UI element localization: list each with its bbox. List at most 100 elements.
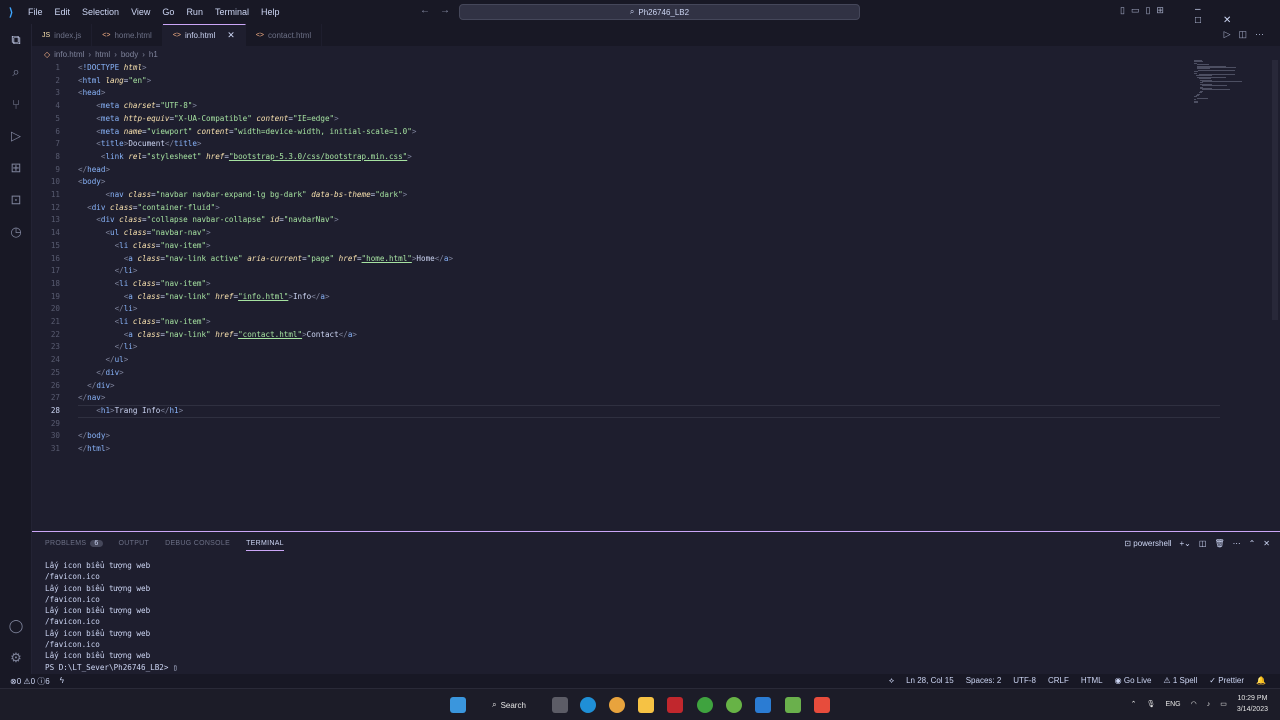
- breadcrumb-item[interactable]: body: [121, 50, 138, 59]
- volume-icon[interactable]: ♪: [1207, 701, 1211, 708]
- port-forward-icon[interactable]: ϟ: [60, 676, 64, 687]
- code-line[interactable]: <!DOCTYPE html>: [78, 62, 147, 75]
- menu-file[interactable]: File: [22, 7, 49, 17]
- split-editor-icon[interactable]: ◫: [1238, 29, 1255, 39]
- menu-run[interactable]: Run: [180, 7, 209, 17]
- toggle-sidebar-icon[interactable]: ▯: [1120, 5, 1131, 15]
- language-mode[interactable]: HTML: [1081, 676, 1103, 686]
- encoding[interactable]: UTF-8: [1013, 676, 1036, 686]
- command-center-search[interactable]: ⌕ Ph26746_LB2: [459, 4, 860, 20]
- tab-home-html[interactable]: <> home.html: [92, 24, 163, 46]
- menu-terminal[interactable]: Terminal: [209, 7, 255, 17]
- indentation[interactable]: Spaces: 2: [966, 676, 1002, 686]
- code-line[interactable]: <h1>Trang Info</h1>: [78, 405, 183, 418]
- minimize-icon[interactable]: –: [1195, 4, 1223, 15]
- minimap[interactable]: [1194, 60, 1254, 104]
- toggle-panel-icon[interactable]: ▭: [1131, 5, 1146, 15]
- code-line[interactable]: </nav>: [78, 392, 105, 405]
- back-arrow-icon[interactable]: ←: [420, 5, 440, 16]
- maximize-panel-icon[interactable]: ⌃: [1249, 539, 1256, 548]
- code-line[interactable]: <li class="nav-item">: [78, 278, 211, 291]
- app-icon[interactable]: [726, 697, 742, 713]
- code-line[interactable]: <meta http-equiv="X-UA-Compatible" conte…: [78, 113, 338, 126]
- go-live-button[interactable]: ◉ Go Live: [1115, 676, 1152, 686]
- more-actions-icon[interactable]: ⋯: [1255, 29, 1272, 39]
- copilot-icon[interactable]: ⟡: [889, 676, 894, 686]
- file-explorer-icon[interactable]: [638, 697, 654, 713]
- code-line[interactable]: </ul>: [78, 354, 128, 367]
- tab-terminal[interactable]: TERMINAL: [246, 540, 284, 551]
- microphone-icon[interactable]: 🎙: [1147, 700, 1156, 708]
- input-language[interactable]: ENG: [1165, 701, 1180, 708]
- battery-icon[interactable]: ▭: [1220, 700, 1227, 708]
- menu-selection[interactable]: Selection: [76, 7, 125, 17]
- menu-view[interactable]: View: [125, 7, 156, 17]
- breadcrumb-item[interactable]: html: [95, 50, 110, 59]
- code-line[interactable]: </html>: [78, 443, 110, 456]
- code-line[interactable]: </div>: [78, 367, 123, 380]
- code-editor[interactable]: 1 <!DOCTYPE html> 2 <html lang="en"> 3 <head>…: [32, 60, 1272, 530]
- menu-go[interactable]: Go: [156, 7, 180, 17]
- tab-info-html[interactable]: <> info.html ✕: [162, 24, 246, 46]
- terminal-output[interactable]: Lấy icon biểu tượng web/favicon.ico Lấy i…: [45, 560, 178, 673]
- run-debug-icon[interactable]: ▷: [6, 126, 26, 146]
- editor-actions[interactable]: ▷◫⋯: [1224, 29, 1272, 40]
- end-of-line[interactable]: CRLF: [1048, 676, 1069, 686]
- code-line[interactable]: </li>: [78, 303, 138, 316]
- code-line[interactable]: <a class="nav-link active" aria-current=…: [78, 253, 453, 266]
- new-terminal-icon[interactable]: +⌄: [1180, 539, 1191, 548]
- source-control-icon[interactable]: ⑂: [6, 94, 26, 114]
- prettier-status[interactable]: ✓ Prettier: [1209, 676, 1244, 686]
- code-line[interactable]: <ul class="navbar-nav">: [78, 227, 210, 240]
- wifi-icon[interactable]: ◠: [1191, 700, 1197, 708]
- breadcrumb-item[interactable]: h1: [149, 50, 158, 59]
- run-icon[interactable]: ▷: [1224, 29, 1239, 39]
- code-line[interactable]: <nav class="navbar navbar-expand-lg bg-d…: [78, 189, 407, 202]
- code-line[interactable]: <meta name="viewport" content="width=dev…: [78, 126, 416, 139]
- app-icon[interactable]: [667, 697, 683, 713]
- chrome-browser-icon[interactable]: [609, 697, 625, 713]
- code-line[interactable]: </div>: [78, 380, 114, 393]
- extensions-icon[interactable]: ⊞: [6, 158, 26, 178]
- taskbar-search[interactable]: ⌕ Search: [482, 697, 536, 713]
- code-line[interactable]: <body>: [78, 176, 105, 189]
- vscode-taskbar-icon[interactable]: [755, 697, 771, 713]
- code-line[interactable]: <title>Document</title>: [78, 138, 201, 151]
- tab-debug-console[interactable]: DEBUG CONSOLE: [165, 540, 230, 551]
- terminal-shell-selector[interactable]: ⊡ powershell: [1124, 539, 1171, 548]
- kill-terminal-icon[interactable]: 🗑: [1214, 539, 1224, 548]
- code-line[interactable]: <link rel="stylesheet" href="bootstrap-5…: [78, 151, 412, 164]
- close-panel-icon[interactable]: ✕: [1263, 539, 1270, 548]
- code-line[interactable]: </body>: [78, 430, 110, 443]
- code-line[interactable]: <div class="collapse navbar-collapse" id…: [78, 214, 338, 227]
- search-icon[interactable]: ⌕: [6, 62, 26, 82]
- code-line[interactable]: <a class="nav-link" href="contact.html">…: [78, 329, 357, 342]
- editor-scrollbar[interactable]: [1272, 60, 1278, 320]
- settings-gear-icon[interactable]: ⚙: [6, 648, 26, 668]
- tab-index-js[interactable]: JS index.js: [32, 24, 93, 46]
- app-icon[interactable]: [814, 697, 830, 713]
- xbox-icon[interactable]: [697, 697, 713, 713]
- task-view-icon[interactable]: [552, 697, 568, 713]
- cursor-position[interactable]: Ln 28, Col 15: [906, 676, 954, 686]
- spell-check-status[interactable]: ⚠ 1 Spell: [1163, 676, 1197, 686]
- account-icon[interactable]: ◯: [6, 616, 26, 636]
- windows-start-icon[interactable]: [450, 697, 466, 713]
- code-line[interactable]: </li>: [78, 265, 138, 278]
- notifications-bell-icon[interactable]: 🔔: [1256, 676, 1266, 686]
- breadcrumb-item[interactable]: info.html: [54, 50, 84, 59]
- chevron-up-icon[interactable]: ⌃: [1131, 700, 1137, 708]
- tab-contact-html[interactable]: <> contact.html: [246, 24, 323, 46]
- code-line[interactable]: <li class="nav-item">: [78, 240, 211, 253]
- code-line[interactable]: </li>: [78, 341, 138, 354]
- code-line[interactable]: <meta charset="UTF-8">: [78, 100, 197, 113]
- menu-edit[interactable]: Edit: [49, 7, 77, 17]
- split-terminal-icon[interactable]: ◫: [1199, 539, 1207, 548]
- explorer-icon[interactable]: ⧉: [6, 30, 26, 50]
- menu-help[interactable]: Help: [255, 7, 286, 17]
- forward-arrow-icon[interactable]: →: [440, 5, 460, 16]
- clock[interactable]: 10:29 PM 3/14/2023: [1237, 693, 1268, 715]
- more-actions-icon[interactable]: ⋯: [1233, 539, 1241, 548]
- tab-output[interactable]: OUTPUT: [119, 540, 150, 551]
- edge-browser-icon[interactable]: [580, 697, 596, 713]
